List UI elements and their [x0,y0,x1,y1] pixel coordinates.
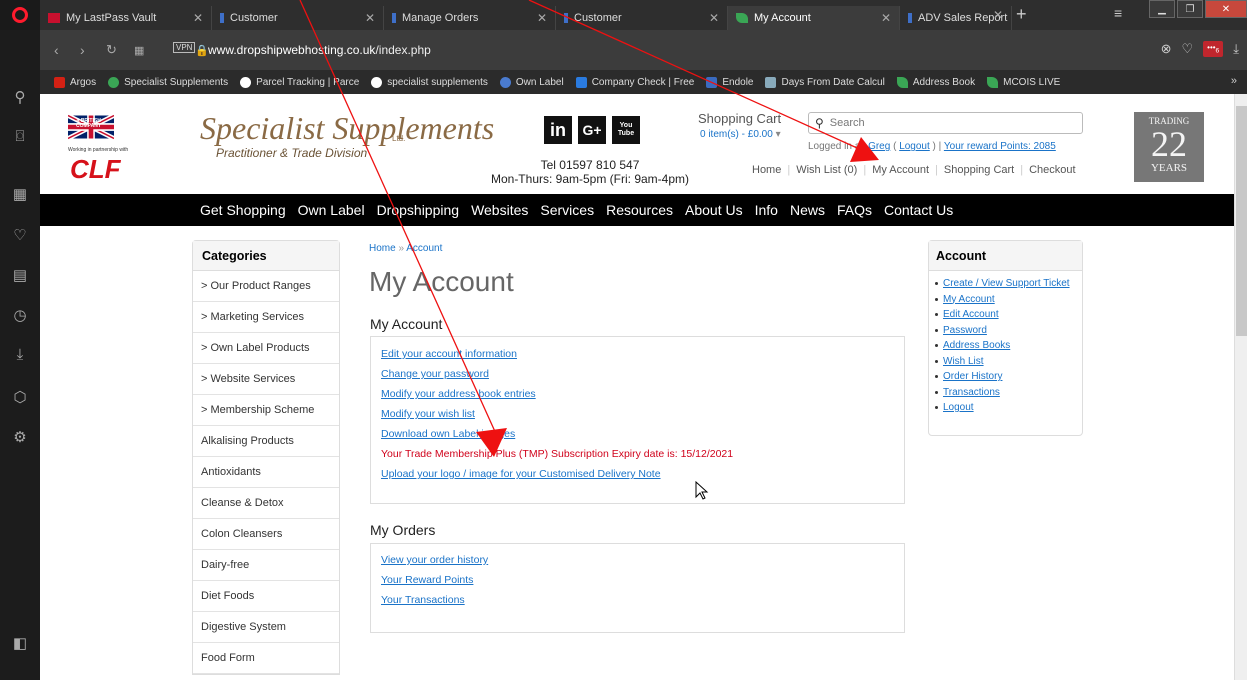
annotation-arrows [299,0,879,457]
annotation-arrow-line [528,0,867,153]
annotation-arrow-head [850,137,879,162]
annotation-arrow-line [299,0,498,437]
annotation-arrow-head [476,428,507,457]
mouse-cursor-icon [695,481,709,500]
